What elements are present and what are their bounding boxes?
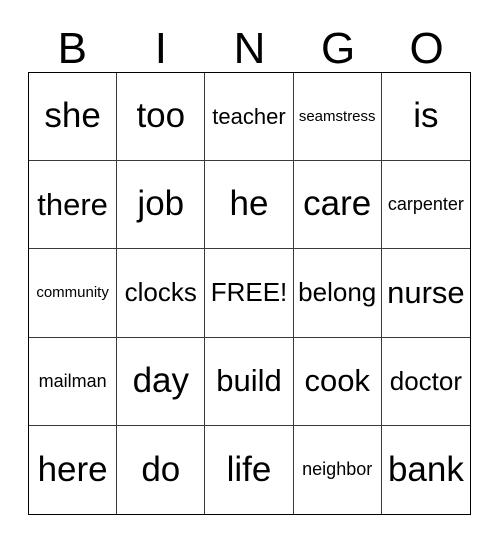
bingo-cell[interactable]: mailman bbox=[29, 337, 118, 426]
bingo-cell[interactable]: he bbox=[205, 161, 294, 250]
bingo-cell-label: do bbox=[141, 449, 181, 489]
bingo-header-letter-n: N bbox=[233, 24, 266, 73]
bingo-cell-label: carpenter bbox=[387, 194, 464, 215]
bingo-cell[interactable]: community bbox=[29, 249, 118, 338]
bingo-header-row: B I N G O bbox=[28, 18, 471, 72]
bingo-cell[interactable]: too bbox=[117, 73, 206, 162]
bingo-cell-label: here bbox=[37, 449, 108, 489]
bingo-header-letter-o: O bbox=[409, 24, 444, 73]
bingo-cell-label: community bbox=[36, 284, 109, 302]
bingo-cell[interactable]: job bbox=[117, 161, 206, 250]
bingo-cell-label: job bbox=[137, 184, 185, 224]
bingo-cell-label: seamstress bbox=[298, 107, 376, 125]
bingo-cell-label: there bbox=[37, 186, 108, 222]
bingo-cell[interactable]: build bbox=[205, 337, 294, 426]
bingo-card: B I N G O she too teacher seamstress is there… bbox=[0, 0, 500, 544]
bingo-cell[interactable]: clocks bbox=[117, 249, 206, 338]
bingo-cell-label: doctor bbox=[389, 365, 463, 396]
bingo-cell[interactable]: day bbox=[117, 337, 206, 426]
bingo-cell[interactable]: carpenter bbox=[381, 161, 470, 250]
bingo-cell-label: nurse bbox=[387, 274, 465, 310]
bingo-cell-label: mailman bbox=[38, 370, 107, 391]
bingo-cell[interactable]: belong bbox=[293, 249, 382, 338]
bingo-cell-label: FREE! bbox=[210, 277, 288, 308]
bingo-cell-label: neighbor bbox=[302, 459, 373, 480]
bingo-cell-label: she bbox=[44, 96, 101, 136]
bingo-cell-label: cook bbox=[304, 362, 370, 398]
bingo-cell[interactable]: care bbox=[293, 161, 382, 250]
bingo-free-space-cell[interactable]: FREE! bbox=[205, 249, 294, 338]
bingo-cell-label: is bbox=[413, 96, 439, 136]
bingo-cell[interactable]: nurse bbox=[381, 249, 470, 338]
bingo-cell[interactable]: is bbox=[381, 73, 470, 162]
bingo-cell[interactable]: cook bbox=[293, 337, 382, 426]
bingo-cell-label: clocks bbox=[124, 277, 197, 308]
bingo-cell-label: care bbox=[303, 184, 372, 224]
bingo-cell[interactable]: seamstress bbox=[293, 73, 382, 162]
bingo-cell-label: he bbox=[229, 184, 269, 224]
bingo-cell-label: life bbox=[226, 449, 272, 489]
bingo-cell[interactable]: doctor bbox=[381, 337, 470, 426]
bingo-header-letter-g: G bbox=[320, 24, 356, 73]
bingo-header-letter-i: I bbox=[154, 24, 167, 73]
bingo-cell-label: teacher bbox=[212, 104, 286, 130]
bingo-cell-label: belong bbox=[298, 277, 377, 308]
bingo-cell-label: day bbox=[132, 360, 189, 400]
bingo-cell-label: build bbox=[216, 362, 282, 398]
bingo-grid: she too teacher seamstress is there job he care c… bbox=[28, 72, 471, 515]
bingo-cell-label: bank bbox=[387, 449, 464, 489]
bingo-cell[interactable]: do bbox=[117, 425, 206, 514]
bingo-cell[interactable]: teacher bbox=[205, 73, 294, 162]
bingo-cell[interactable]: there bbox=[29, 161, 118, 250]
bingo-header-letter-b: B bbox=[57, 24, 87, 73]
bingo-cell[interactable]: life bbox=[205, 425, 294, 514]
bingo-cell-label: too bbox=[136, 96, 186, 136]
bingo-cell[interactable]: neighbor bbox=[293, 425, 382, 514]
bingo-cell[interactable]: bank bbox=[381, 425, 470, 514]
bingo-cell[interactable]: she bbox=[29, 73, 118, 162]
bingo-cell[interactable]: here bbox=[29, 425, 118, 514]
